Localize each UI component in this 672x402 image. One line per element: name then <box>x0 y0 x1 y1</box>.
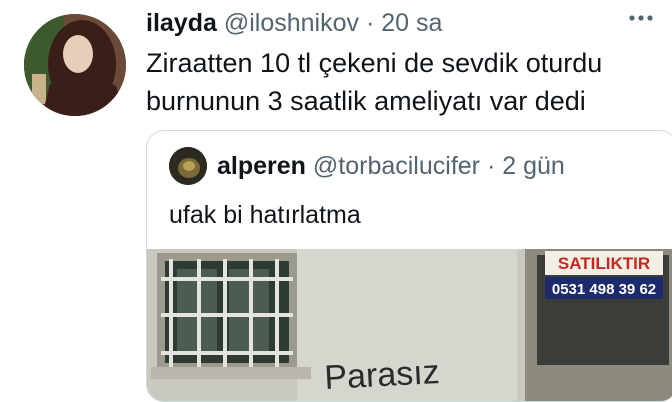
separator-dot: · <box>365 9 375 37</box>
quoted-tweet-time[interactable]: 2 gün <box>502 152 565 180</box>
tweet-header: ilayda @iloshnikov · 20 sa <box>146 8 442 38</box>
quoted-author-avatar[interactable] <box>169 147 207 185</box>
separator-dot: · <box>486 152 496 180</box>
more-dots-icon[interactable] <box>628 2 654 28</box>
quoted-tweet[interactable]: alperen @torbacilucifer · 2 gün ufak bi … <box>146 130 672 402</box>
tweet-text: Ziraatten 10 tl çekeni de sevdik oturdu … <box>146 48 603 116</box>
author-handle[interactable]: @iloshnikov <box>224 9 359 37</box>
author-avatar[interactable] <box>24 14 126 116</box>
quoted-author-handle[interactable]: @torbacilucifer <box>313 152 480 180</box>
sign-title: SATILIKTIR <box>558 254 650 273</box>
sign-phone: 0531 498 39 62 <box>552 281 656 298</box>
quoted-tweet-header: alperen @torbacilucifer · 2 gün <box>217 151 565 181</box>
quoted-tweet-text: ufak bi hatırlatma <box>169 201 361 229</box>
quoted-tweet-image[interactable]: SATILIKTIR 0531 498 39 62 Parasız <box>147 249 672 401</box>
quoted-author-name[interactable]: alperen <box>217 152 306 180</box>
graffiti-text: Parasız <box>323 353 440 397</box>
tweet-time[interactable]: 20 sa <box>381 9 442 37</box>
author-name[interactable]: ilayda <box>146 9 217 37</box>
